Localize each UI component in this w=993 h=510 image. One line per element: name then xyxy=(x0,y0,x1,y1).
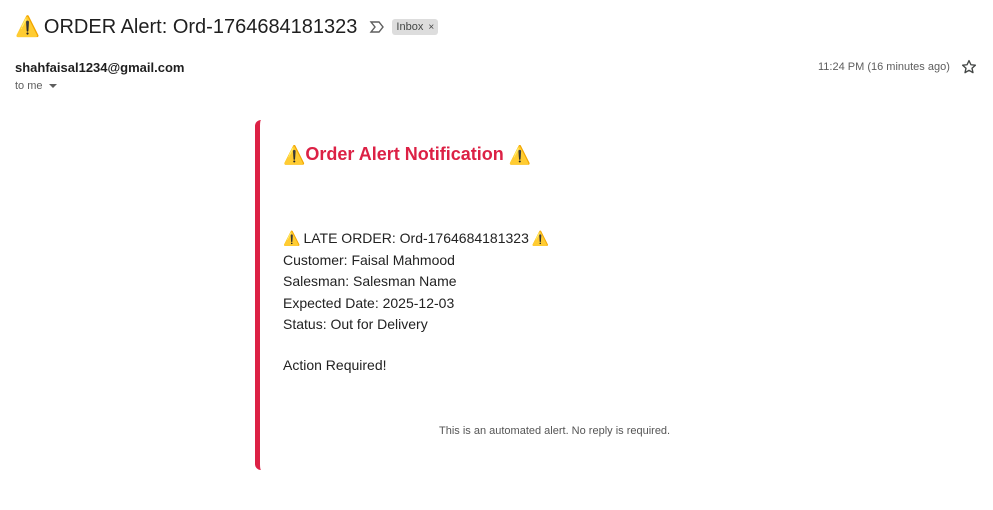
customer-line: Customer: Faisal Mahmood xyxy=(283,251,455,268)
recipient-details[interactable]: to me xyxy=(15,80,57,92)
salesman-line: Salesman: Salesman Name xyxy=(283,273,457,290)
warning-icon: ⚠️ xyxy=(283,230,301,246)
important-marker-icon[interactable] xyxy=(369,19,385,35)
chevron-down-icon[interactable] xyxy=(48,84,57,88)
warning-icon: ⚠️ xyxy=(15,16,40,38)
remove-label-icon[interactable]: × xyxy=(428,22,434,33)
inbox-label-text: Inbox xyxy=(396,21,424,33)
sender-email[interactable]: shahfaisal1234@gmail.com xyxy=(15,60,184,75)
status-line: Status: Out for Delivery xyxy=(283,316,428,333)
alert-title-text: Order Alert Notification xyxy=(305,144,504,164)
action-required-text: Action Required! xyxy=(283,357,387,373)
late-order-text: LATE ORDER: Ord-1764684181323 xyxy=(303,230,529,246)
expected-date-line: Expected Date: 2025-12-03 xyxy=(283,294,455,311)
inbox-label-chip[interactable]: Inbox × xyxy=(392,19,439,35)
automated-alert-footer: This is an automated alert. No reply is … xyxy=(439,425,671,437)
warning-icon: ⚠️ xyxy=(508,144,532,165)
alert-title: ⚠️ Order Alert Notification ⚠️ xyxy=(283,144,531,165)
order-details: ⚠️ LATE ORDER: Ord-1764684181323 ⚠️ Cust… xyxy=(283,228,549,336)
late-order-line: ⚠️ LATE ORDER: Ord-1764684181323 ⚠️ xyxy=(283,228,549,250)
recipient-label: to me xyxy=(15,80,43,92)
star-icon[interactable] xyxy=(960,58,978,76)
email-subject: ORDER Alert: Ord-1764684181323 xyxy=(43,16,358,38)
warning-icon: ⚠️ xyxy=(531,230,550,246)
warning-icon: ⚠️ xyxy=(283,144,306,165)
email-timestamp: 11:24 PM (16 minutes ago) xyxy=(818,61,950,73)
subject-row: ⚠️ ORDER Alert: Ord-1764684181323 Inbox … xyxy=(15,14,439,40)
